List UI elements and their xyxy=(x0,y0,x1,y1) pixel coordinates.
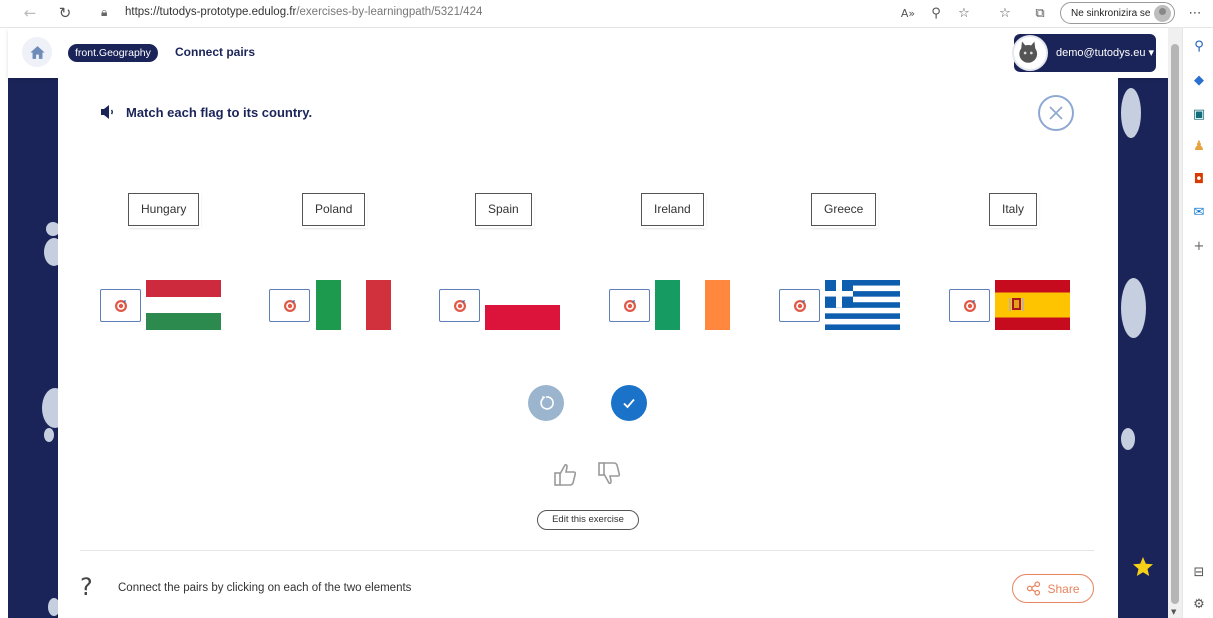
target-icon xyxy=(793,299,806,312)
speaker-icon[interactable] xyxy=(100,104,116,120)
validate-button[interactable] xyxy=(611,385,647,421)
favorite-add-icon[interactable]: ☆ xyxy=(955,4,973,22)
shopping-tag-icon[interactable]: ◆ xyxy=(1191,72,1207,88)
user-menu-button[interactable]: demo@tutodys.eu ▾ xyxy=(1012,34,1156,72)
italy-flag[interactable] xyxy=(316,280,391,330)
edit-exercise-button[interactable]: Edit this exercise xyxy=(537,510,639,530)
background-blob xyxy=(1121,88,1141,138)
target-button[interactable] xyxy=(439,289,480,322)
refresh-icon[interactable]: ↻ xyxy=(55,3,75,23)
tools-icon[interactable]: ▣ xyxy=(1191,106,1207,122)
target-icon xyxy=(453,299,466,312)
target-button[interactable] xyxy=(609,289,650,322)
page-title: Connect pairs xyxy=(175,45,256,59)
country-card-ireland[interactable]: Ireland xyxy=(641,193,704,226)
subject-badge[interactable]: front.Geography xyxy=(68,44,158,62)
home-button[interactable] xyxy=(22,37,52,67)
url-path: /exercises-by-learningpath/5321/424 xyxy=(296,6,483,18)
home-icon xyxy=(29,45,45,59)
cat-avatar-icon xyxy=(1019,41,1038,63)
favorites-icon[interactable]: ☆ xyxy=(996,4,1014,22)
sync-status-button[interactable]: Ne sinkronizira se xyxy=(1060,2,1175,24)
star-icon[interactable] xyxy=(1131,555,1155,579)
games-icon[interactable]: ♟ xyxy=(1191,138,1207,154)
hungary-flag[interactable] xyxy=(146,280,221,330)
help-text: Connect the pairs by clicking on each of… xyxy=(118,582,412,594)
share-button[interactable]: Share xyxy=(1012,574,1094,603)
sync-label: Ne sinkronizira se xyxy=(1071,7,1151,19)
target-icon xyxy=(623,299,636,312)
browser-toolbar: ← ↻ 🔒︎ https://tutodys-prototype.edulog.… xyxy=(0,0,1213,28)
share-icon xyxy=(1027,581,1041,596)
country-card-italy[interactable]: Italy xyxy=(989,193,1038,226)
more-icon[interactable]: ⋯ xyxy=(1186,4,1204,22)
target-button[interactable] xyxy=(949,289,990,322)
scroll-thumb[interactable] xyxy=(1171,44,1179,604)
lock-icon[interactable]: 🔒︎ xyxy=(101,5,115,21)
reset-icon xyxy=(540,396,554,410)
target-icon xyxy=(283,299,296,312)
search-icon[interactable]: ⚲ xyxy=(1191,38,1207,54)
collections-icon[interactable]: ⧉ xyxy=(1031,4,1049,22)
share-label: Share xyxy=(1047,581,1080,596)
address-bar[interactable]: https://tutodys-prototype.edulog.fr/exer… xyxy=(125,6,482,18)
poland-flag[interactable] xyxy=(485,280,560,330)
user-email: demo@tutodys.eu ▾ xyxy=(1056,47,1155,59)
target-icon xyxy=(114,299,127,312)
exercise-card: Match each flag to its country. Hungary … xyxy=(58,78,1118,618)
reset-button[interactable] xyxy=(528,385,564,421)
back-icon[interactable]: ← xyxy=(20,3,40,23)
settings-icon[interactable]: ⚙ xyxy=(1191,596,1207,612)
instruction-text: Match each flag to its country. xyxy=(126,104,313,120)
url-host: https://tutodys-prototype.edulog.fr xyxy=(125,6,297,18)
country-card-greece[interactable]: Greece xyxy=(811,193,877,226)
help-icon[interactable]: ? xyxy=(80,573,93,601)
target-button[interactable] xyxy=(779,289,820,322)
background-blob xyxy=(1121,278,1146,338)
country-card-hungary[interactable]: Hungary xyxy=(128,193,200,226)
page-scrollbar[interactable]: ▼ xyxy=(1168,28,1182,618)
spain-flag[interactable] xyxy=(995,280,1070,330)
country-card-spain[interactable]: Spain xyxy=(475,193,532,226)
scroll-down-arrow-icon[interactable]: ▼ xyxy=(1171,608,1176,616)
add-icon[interactable]: + xyxy=(1191,238,1207,254)
read-aloud-icon[interactable]: A» xyxy=(899,4,917,22)
instruction-row: Match each flag to its country. xyxy=(100,104,312,120)
check-icon xyxy=(623,398,635,409)
outlook-icon[interactable]: ✉ xyxy=(1191,204,1207,220)
profile-avatar xyxy=(1154,5,1171,22)
thumbs-up-icon[interactable] xyxy=(553,461,579,487)
office-icon[interactable]: ◘ xyxy=(1191,171,1207,187)
zoom-icon[interactable]: ⚲ xyxy=(927,4,945,22)
close-button[interactable] xyxy=(1038,95,1074,131)
target-button[interactable] xyxy=(100,289,141,322)
ireland-flag[interactable] xyxy=(655,280,730,330)
thumbs-down-icon[interactable] xyxy=(597,461,623,487)
country-card-poland[interactable]: Poland xyxy=(302,193,366,226)
target-button[interactable] xyxy=(269,289,310,322)
app-header: front.Geography Connect pairs demo@tutod… xyxy=(8,28,1168,78)
close-icon xyxy=(1049,106,1063,120)
greece-flag[interactable] xyxy=(825,280,900,330)
browser-sidebar: ⚲ ◆ ▣ ♟ ◘ ✉ + ⊟ ⚙ xyxy=(1182,28,1213,618)
user-avatar xyxy=(1012,35,1048,71)
divider xyxy=(80,550,1094,551)
background-blob xyxy=(44,428,54,442)
sidebar-toggle-icon[interactable]: ⊟ xyxy=(1191,564,1207,580)
background-blob xyxy=(1121,428,1135,450)
target-icon xyxy=(963,299,976,312)
